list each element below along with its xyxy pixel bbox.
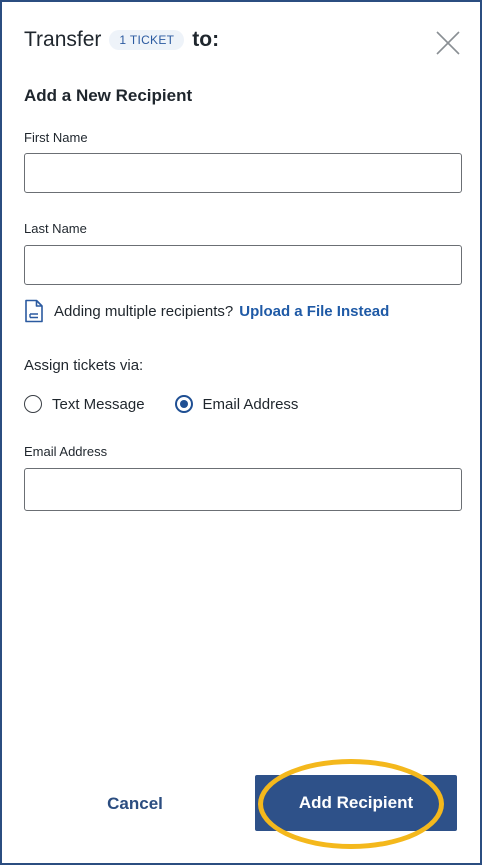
radio-unselected-icon (24, 395, 42, 413)
title-prefix: Transfer (24, 28, 102, 51)
first-name-input[interactable] (24, 153, 462, 193)
upload-file-row: Adding multiple recipients? Upload a Fil… (24, 299, 389, 323)
email-address-input[interactable] (24, 468, 462, 511)
add-recipient-button[interactable]: Add Recipient (255, 775, 457, 831)
radio-text-message-label: Text Message (52, 395, 145, 413)
close-button[interactable] (434, 29, 462, 57)
radio-text-message[interactable]: Text Message (24, 395, 145, 413)
assign-method-radio-group: Text Message Email Address (24, 395, 298, 413)
document-icon (25, 299, 43, 323)
dialog-title: Transfer 1 TICKET to: (24, 28, 219, 52)
first-name-label: First Name (24, 130, 88, 145)
last-name-label: Last Name (24, 221, 87, 236)
ticket-count-badge: 1 TICKET (109, 30, 185, 50)
assign-tickets-label: Assign tickets via: (24, 357, 144, 374)
close-icon (436, 31, 460, 55)
last-name-input[interactable] (24, 245, 462, 285)
title-suffix: to: (192, 28, 220, 51)
upload-prompt-text: Adding multiple recipients? (54, 302, 234, 320)
radio-email-address-label: Email Address (202, 395, 299, 413)
radio-email-address[interactable]: Email Address (174, 395, 299, 413)
upload-file-link[interactable]: Upload a File Instead (239, 303, 389, 320)
email-address-label: Email Address (24, 444, 108, 459)
section-title: Add a New Recipient (24, 86, 193, 105)
transfer-dialog: Transfer 1 TICKET to: Add a New Recipien… (0, 0, 482, 865)
cancel-button[interactable]: Cancel (82, 790, 188, 818)
radio-selected-icon (174, 395, 193, 413)
